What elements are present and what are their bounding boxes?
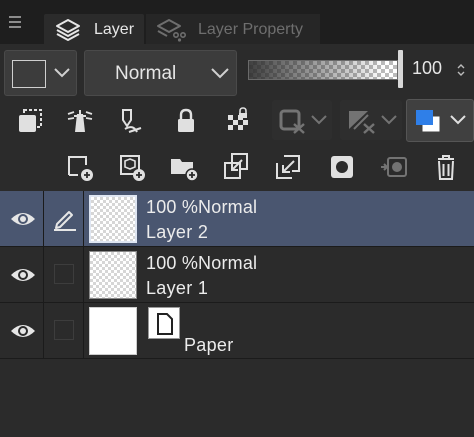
layer-name[interactable]: Layer 2 [146, 222, 208, 243]
layer-color-icon [416, 110, 440, 132]
transfer-to-lower-icon[interactable] [216, 148, 256, 186]
paper-layer-icon [148, 307, 180, 339]
edit-target-cell[interactable] [44, 191, 84, 246]
layer-row-paper[interactable]: Paper [0, 303, 474, 359]
exclude-mask-dropdown[interactable] [340, 100, 402, 140]
chevron-down-icon [311, 115, 327, 125]
layers-icon [56, 19, 80, 41]
opacity-value[interactable]: 100 [412, 58, 452, 79]
clip-mask-dropdown[interactable] [272, 100, 332, 140]
chevron-down-icon [381, 115, 397, 125]
chevron-down-icon [54, 68, 70, 78]
layer-list: 100 %Normal Layer 2 100 %Normal Layer 1 [0, 191, 474, 437]
edit-target-cell[interactable] [44, 247, 84, 302]
edit-target-checkbox[interactable] [54, 264, 74, 284]
chevron-down-icon [450, 115, 466, 125]
visibility-toggle[interactable] [0, 247, 44, 302]
reference-layer-icon[interactable] [60, 102, 100, 140]
exclude-mask-icon [349, 111, 375, 134]
apply-mask-icon[interactable] [374, 148, 414, 186]
combine-lower-icon[interactable] [268, 148, 308, 186]
layer-row[interactable]: 100 %Normal Layer 1 [0, 247, 474, 303]
layer-color-swatch-dropdown[interactable] [4, 50, 77, 96]
layer-thumbnail [89, 251, 137, 299]
opacity-handle[interactable] [398, 50, 403, 88]
visibility-toggle[interactable] [0, 303, 44, 358]
draft-layer-icon[interactable] [110, 102, 150, 140]
new-vector-layer-icon[interactable] [112, 148, 152, 186]
layer-name[interactable]: Paper [184, 335, 234, 356]
pen-icon [54, 211, 76, 231]
eye-icon [11, 213, 35, 225]
edit-target-cell[interactable] [44, 303, 84, 358]
opacity-track[interactable] [248, 60, 398, 80]
clip-mask-icon [279, 109, 305, 134]
blend-mode-value: Normal [115, 63, 177, 84]
chevron-down-icon [211, 68, 229, 79]
visibility-toggle[interactable] [0, 191, 44, 246]
tab-layer-property-label: Layer Property [198, 21, 303, 38]
create-mask-icon[interactable] [322, 148, 362, 186]
layer-opacity-blend: 100 %Normal [146, 197, 258, 217]
color-swatch [12, 60, 46, 88]
layer-property-icon [157, 19, 186, 42]
edit-target-checkbox[interactable] [54, 320, 74, 340]
lock-transparent-icon[interactable] [218, 102, 258, 140]
panel-menu-icon[interactable] [6, 10, 26, 34]
opacity-slider[interactable] [248, 50, 406, 88]
layer-color-dropdown[interactable] [406, 99, 474, 142]
spin-arrows-icon[interactable] [456, 62, 466, 78]
layer-opacity-blend: 100 %Normal [146, 253, 258, 273]
tab-layer-label: Layer [94, 21, 135, 38]
lock-icon[interactable] [166, 102, 206, 140]
eye-icon [11, 325, 35, 337]
eye-icon [11, 269, 35, 281]
new-folder-icon[interactable] [164, 148, 204, 186]
layer-thumbnail [89, 195, 137, 243]
blend-mode-select[interactable]: Normal [84, 50, 237, 96]
layer-name[interactable]: Layer 1 [146, 278, 208, 299]
tab-layer[interactable]: Layer [44, 14, 144, 44]
layer-mask-icon[interactable] [10, 102, 50, 140]
paper-thumbnail [89, 307, 137, 355]
new-raster-layer-icon[interactable] [60, 148, 100, 186]
layer-row[interactable]: 100 %Normal Layer 2 [0, 191, 474, 247]
tab-layer-property[interactable]: Layer Property [146, 14, 320, 44]
delete-layer-icon[interactable] [426, 148, 466, 186]
